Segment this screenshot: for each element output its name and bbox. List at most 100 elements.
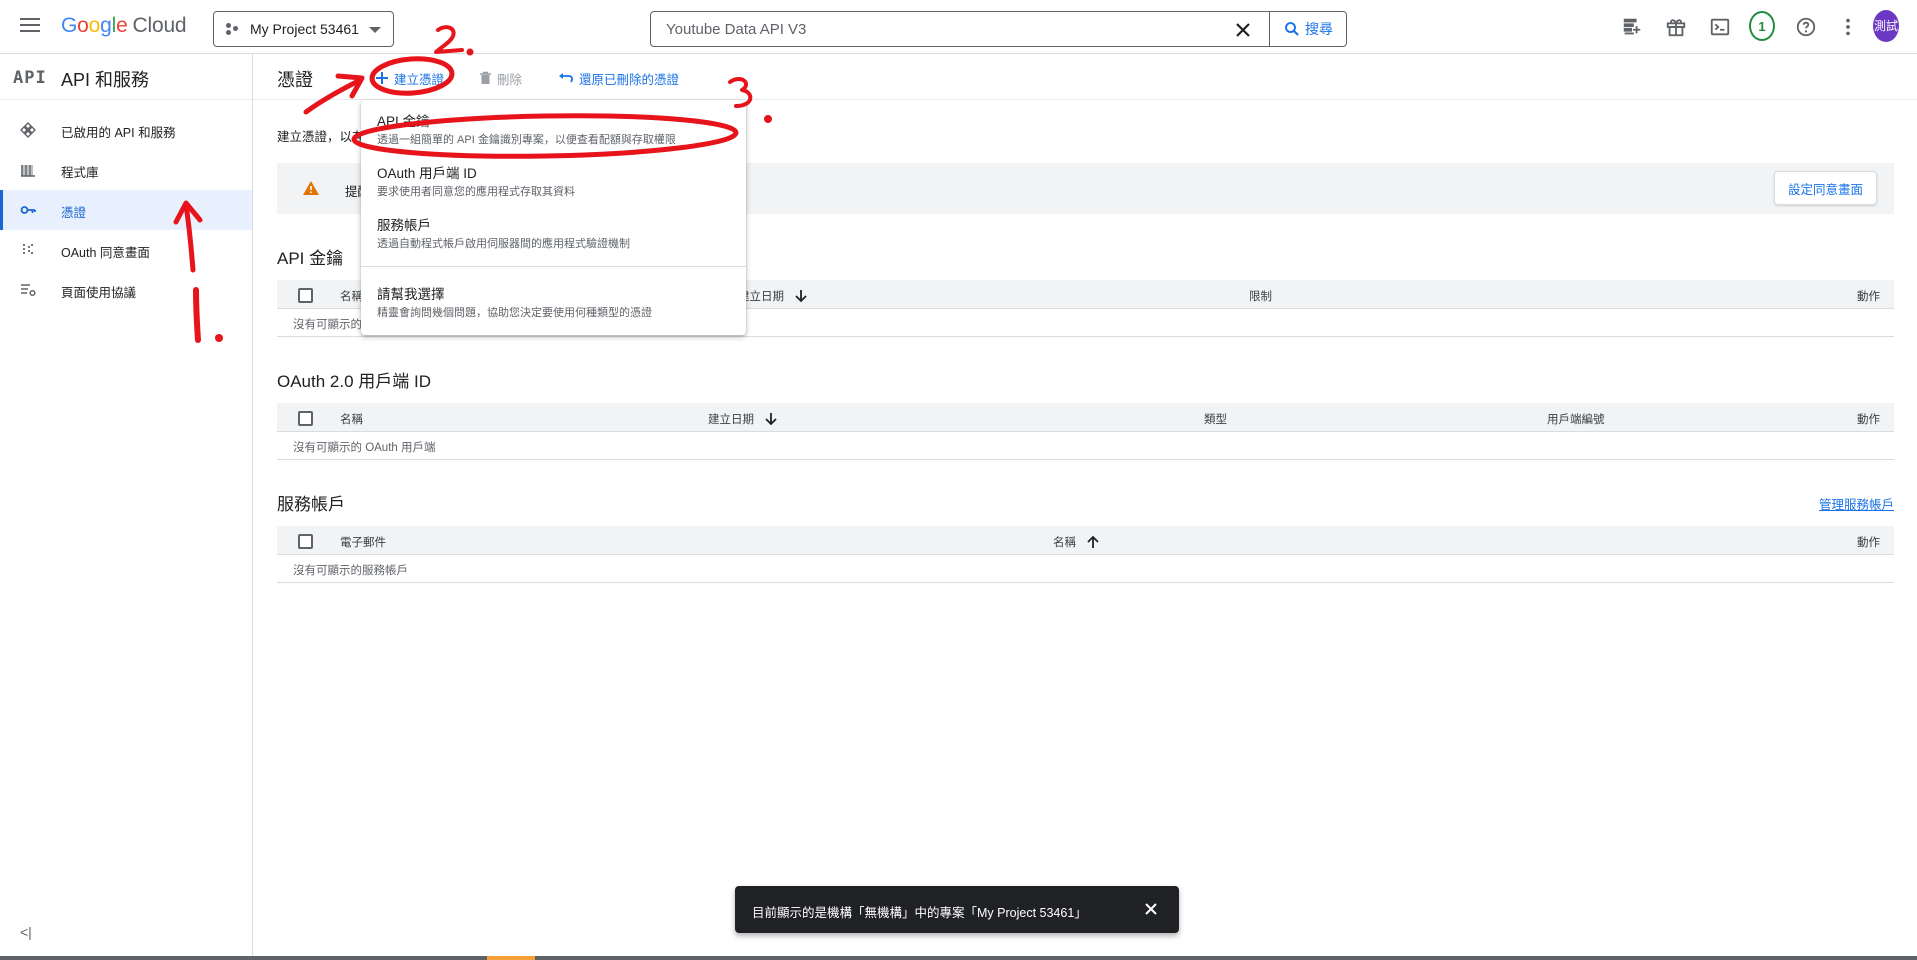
logo-cloud-text: Cloud (132, 14, 187, 37)
feedback-icon[interactable] (1619, 14, 1645, 40)
help-icon[interactable] (1793, 14, 1819, 40)
trash-icon (480, 71, 491, 84)
chevron-down-icon (369, 27, 381, 33)
google-cloud-logo[interactable]: Google Cloud (61, 14, 187, 38)
empty-message: 沒有可顯示的 (293, 319, 362, 331)
sidebar-item-label: 已啟用的 API 和服務 (61, 126, 176, 140)
menu-item-help-me-choose[interactable]: 請幫我選擇 精靈會詢問幾個問題，協助您決定要使用何種類型的憑證 (361, 275, 746, 327)
arrow-down-icon (795, 290, 807, 303)
menu-item-title: 服務帳戶 (377, 218, 431, 233)
delete-button[interactable]: 刪除 (479, 69, 522, 87)
configure-consent-button[interactable]: 設定同意畫面 (1774, 171, 1877, 205)
empty-message: 沒有可顯示的 OAuth 用戶端 (293, 442, 436, 454)
sidebar-item-oauth-consent[interactable]: OAuth 同意畫面 (0, 230, 252, 270)
oauth-table-header: 名稱 建立日期 類型 用戶端編號 動作 (277, 403, 1894, 432)
search-button-label: 搜尋 (1305, 21, 1333, 37)
menu-item-title: API 金鑰 (377, 114, 430, 129)
toolbar: 憑證 建立憑證 刪除 還原已刪除的憑證 (253, 54, 1917, 100)
search-bar: 搜尋 (650, 11, 1347, 47)
column-name-label: 名稱 (1053, 537, 1076, 549)
sidebar-item-label: 憑證 (61, 206, 87, 220)
sidebar-item-page-agreements[interactable]: 頁面使用協議 (0, 270, 252, 310)
project-picker[interactable]: My Project 53461 (213, 11, 394, 47)
sidebar-title: API 和服務 (61, 70, 150, 90)
menu-item-oauth-client[interactable]: OAuth 用戶端 ID 要求使用者同意您的應用程式存取其資料 (361, 158, 746, 210)
collapse-sidebar-icon[interactable]: <| (20, 924, 32, 940)
sidebar-item-credentials[interactable]: 憑證 (0, 190, 252, 230)
menu-item-api-key[interactable]: API 金鑰 透過一組簡單的 API 金鑰識別專案，以便查看配額與存取權限 (361, 106, 746, 158)
project-icon (226, 23, 240, 35)
menu-item-title: 請幫我選擇 (377, 287, 445, 302)
warning-icon (303, 181, 319, 195)
snackbar: 目前顯示的是機構「無機構」中的專案「My Project 53461」 (735, 886, 1179, 933)
manage-service-accounts-link[interactable]: 管理服務帳戶 (1819, 494, 1894, 513)
menu-divider (361, 266, 746, 267)
notifications-badge[interactable]: 1 (1749, 11, 1775, 41)
column-type[interactable]: 類型 (1204, 411, 1227, 427)
sidebar: API API 和服務 已啟用的 API 和服務 程式庫 憑證 OAuth 同意… (0, 54, 253, 960)
sidebar-item-label: OAuth 同意畫面 (61, 246, 150, 260)
menu-item-service-account[interactable]: 服務帳戶 透過自動程式帳戶啟用伺服器間的應用程式驗證機制 (361, 210, 746, 262)
select-all-checkbox[interactable] (298, 534, 313, 549)
project-name: My Project 53461 (250, 21, 359, 37)
menu-item-desc: 精靈會詢問幾個問題，協助您決定要使用何種類型的憑證 (377, 307, 652, 319)
create-credentials-menu: API 金鑰 透過一組簡單的 API 金鑰識別專案，以便查看配額與存取權限 OA… (361, 100, 746, 335)
account-button[interactable]: 測試 (1873, 9, 1899, 42)
terminal-icon[interactable] (1707, 14, 1733, 40)
create-credentials-label: 建立憑證 (394, 72, 445, 87)
column-name[interactable]: 名稱 (340, 288, 363, 304)
oauth-empty-row: 沒有可顯示的 OAuth 用戶端 (277, 432, 1894, 460)
service-accounts-title: 服務帳戶 (277, 495, 345, 514)
column-name[interactable]: 名稱 (340, 411, 363, 427)
sidebar-item-label: 程式庫 (61, 166, 99, 180)
api-keys-title: API 金鑰 (277, 249, 344, 268)
column-email[interactable]: 電子郵件 (340, 534, 386, 550)
restore-label: 還原已刪除的憑證 (579, 72, 680, 87)
oauth-icon (20, 242, 36, 258)
column-actions: 動作 (1857, 537, 1880, 549)
add-icon (376, 72, 388, 84)
sidebar-header: API API 和服務 (0, 54, 252, 100)
empty-message: 沒有可顯示的服務帳戶 (293, 565, 408, 577)
menu-item-title: OAuth 用戶端 ID (377, 166, 477, 181)
clear-search-icon[interactable] (1231, 18, 1255, 42)
select-all-checkbox[interactable] (298, 411, 313, 426)
column-created[interactable]: 建立日期 (738, 288, 808, 304)
logo-google-text: Google (61, 14, 128, 37)
menu-item-desc: 透過一組簡單的 API 金鑰識別專案，以便查看配額與存取權限 (377, 134, 676, 146)
search-button[interactable]: 搜尋 (1269, 12, 1346, 46)
sidebar-item-enabled-apis[interactable]: 已啟用的 API 和服務 (0, 110, 252, 150)
library-icon (20, 162, 36, 178)
column-name[interactable]: 名稱 (1053, 534, 1100, 550)
column-actions: 動作 (1857, 291, 1880, 303)
more-vert-icon[interactable] (1835, 14, 1861, 40)
key-icon (20, 202, 36, 218)
menu-icon[interactable] (20, 17, 40, 33)
search-input[interactable] (652, 13, 1212, 45)
menu-item-desc: 透過自動程式帳戶啟用伺服器間的應用程式驗證機制 (377, 238, 630, 250)
apis-icon (20, 122, 36, 138)
snackbar-text: 目前顯示的是機構「無機構」中的專案「My Project 53461」 (752, 906, 1087, 920)
api-logo-icon: API (13, 68, 47, 88)
undo-icon (559, 73, 573, 83)
restore-deleted-button[interactable]: 還原已刪除的憑證 (558, 69, 679, 87)
intro-text: 建立憑證，以存 (277, 130, 365, 144)
sidebar-item-library[interactable]: 程式庫 (0, 150, 252, 190)
bottom-strip (0, 956, 1917, 960)
gift-icon[interactable] (1663, 14, 1689, 40)
column-client-id[interactable]: 用戶端編號 (1547, 411, 1605, 427)
delete-label: 刪除 (497, 72, 523, 87)
create-credentials-button[interactable]: 建立憑證 (375, 69, 444, 87)
service-accounts-empty-row: 沒有可顯示的服務帳戶 (277, 555, 1894, 583)
column-restrictions: 限制 (1249, 291, 1272, 303)
oauth-title: OAuth 2.0 用戶端 ID (277, 372, 431, 391)
page-title: 憑證 (277, 70, 313, 90)
column-actions: 動作 (1857, 414, 1880, 426)
select-all-checkbox[interactable] (298, 288, 313, 303)
top-bar: GoogleCloud My Project 53461 搜尋 1 (0, 0, 1917, 54)
avatar: 測試 (1873, 9, 1899, 42)
close-icon[interactable] (1140, 898, 1162, 920)
service-accounts-table-header: 電子郵件 名稱 動作 (277, 526, 1894, 555)
menu-item-desc: 要求使用者同意您的應用程式存取其資料 (377, 186, 575, 198)
column-created[interactable]: 建立日期 (708, 411, 778, 427)
